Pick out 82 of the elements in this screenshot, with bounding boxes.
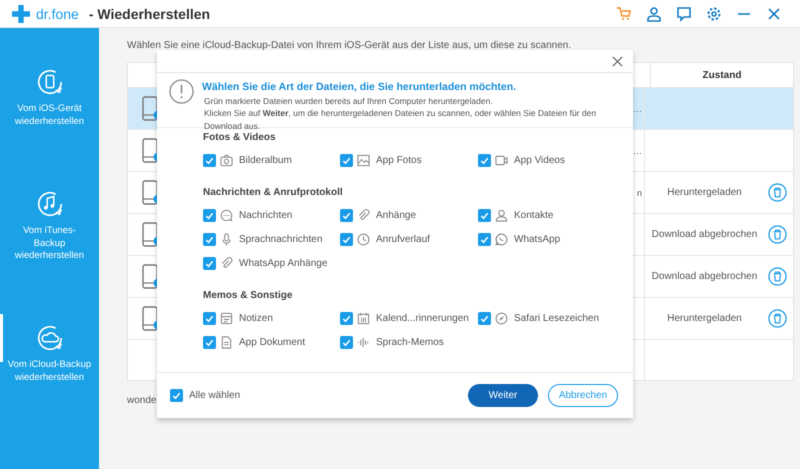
option-label: Anhänge xyxy=(376,210,416,220)
account-icon[interactable] xyxy=(646,6,662,22)
trash-icon[interactable] xyxy=(768,309,787,328)
checkbox[interactable] xyxy=(203,208,216,222)
checkbox[interactable] xyxy=(170,389,183,402)
compass-icon xyxy=(495,312,508,324)
paperclip-icon xyxy=(220,256,233,270)
next-button[interactable]: Weiter xyxy=(468,384,538,407)
option-label: Notizen xyxy=(239,312,273,324)
checkbox[interactable] xyxy=(340,312,353,324)
dialog-note: Grün markierte Dateien wurden bereits auf Ihren Computer heruntergeladen. xyxy=(204,95,494,108)
checkbox[interactable] xyxy=(478,208,491,222)
paperclip-icon xyxy=(357,208,370,222)
status-text: Download abgebrochen xyxy=(650,271,758,282)
chat-bubble-icon xyxy=(220,208,233,222)
checkbox[interactable] xyxy=(203,312,216,324)
image-icon xyxy=(357,154,370,166)
instruction-text: Wählen Sie eine iCloud-Backup-Datei von Ihrem iOS-Gerät aus der Liste aus, um diese zu scannen. xyxy=(127,40,572,51)
close-icon[interactable] xyxy=(766,6,782,22)
window-title: - Wiederherstellen xyxy=(88,6,210,22)
checkbox[interactable] xyxy=(340,154,353,166)
app-logo: dr.fone xyxy=(36,6,79,22)
info-text: wonde xyxy=(127,395,156,406)
plus-logo-icon xyxy=(12,4,30,22)
exclamation-icon xyxy=(169,79,194,104)
trash-icon[interactable] xyxy=(768,267,787,286)
option-label: App Dokument xyxy=(239,336,306,348)
checkbox[interactable] xyxy=(340,232,353,246)
column-header: Zustand xyxy=(702,70,742,80)
sidebar-item[interactable]: Vom iTunes-Backup wiederherstellen xyxy=(0,162,99,290)
checkbox[interactable] xyxy=(203,256,216,270)
checkbox[interactable] xyxy=(478,232,491,246)
cancel-button[interactable]: Abbrechen xyxy=(548,384,618,407)
option-label: Kontakte xyxy=(514,210,554,220)
chat-icon[interactable] xyxy=(676,6,692,22)
option-label: WhatsApp xyxy=(514,234,560,244)
select-all-label: Alle wählen xyxy=(189,390,240,401)
checkbox[interactable] xyxy=(340,336,353,348)
status-text: Download abgebrochen xyxy=(650,229,758,240)
clock-icon xyxy=(357,232,370,246)
section-title: Memos & Sonstige xyxy=(203,290,294,301)
video-icon xyxy=(495,154,508,166)
person-icon xyxy=(495,208,508,222)
section-title: Fotos & Videos xyxy=(203,132,277,143)
dialog-note: Klicken Sie auf Weiter, um die heruntergeladenen Dateien zu scannen, oder wählen Sie Dateien für den Download aus. xyxy=(204,107,598,132)
camera-icon xyxy=(220,154,233,166)
option-label: Sprach-Memos xyxy=(376,336,444,348)
option-label: App Fotos xyxy=(376,154,422,166)
calendar-icon xyxy=(357,312,370,324)
note-icon xyxy=(220,312,233,324)
close-icon[interactable] xyxy=(612,56,623,66)
option-label: App Videos xyxy=(514,154,565,166)
dialog-heading: Wählen Sie die Art der Dateien, die Sie herunterladen möchten. xyxy=(202,81,518,93)
trash-icon[interactable] xyxy=(768,225,787,244)
cart-icon[interactable] xyxy=(616,6,632,22)
sound-wave-icon xyxy=(357,336,370,348)
status-text: Heruntergeladen xyxy=(666,187,743,198)
option-label: WhatsApp Anhänge xyxy=(239,258,328,268)
option-label: Nachrichten xyxy=(239,210,292,220)
table-cell: n xyxy=(636,188,642,198)
checkbox[interactable] xyxy=(478,154,491,166)
section-title: Nachrichten & Anrufprotokoll xyxy=(203,187,344,198)
trash-icon[interactable] xyxy=(768,183,787,202)
sidebar-item[interactable]: Vom iCloud-Backup wiederherstellen xyxy=(0,290,99,418)
checkbox[interactable] xyxy=(340,208,353,222)
option-label: Anrufverlauf xyxy=(376,234,430,244)
table-cell: … xyxy=(633,146,642,156)
option-label: Safari Lesezeichen xyxy=(514,312,600,324)
status-text: Heruntergeladen xyxy=(666,313,743,324)
table-cell: … xyxy=(633,104,642,114)
checkbox[interactable] xyxy=(203,336,216,348)
checkbox[interactable] xyxy=(203,154,216,166)
option-label: Kalend...rinnerungen xyxy=(376,312,469,324)
checkbox[interactable] xyxy=(203,232,216,246)
checkbox[interactable] xyxy=(478,312,491,324)
microphone-icon xyxy=(220,232,233,246)
document-icon xyxy=(220,336,233,348)
option-label: Bilderalbum xyxy=(239,154,292,166)
option-label: Sprachnachrichten xyxy=(239,234,322,244)
phone-bubble-icon xyxy=(495,232,508,246)
sidebar-item[interactable]: Vom iOS-Gerät wiederherstellen xyxy=(0,28,99,162)
settings-icon[interactable] xyxy=(706,6,722,22)
